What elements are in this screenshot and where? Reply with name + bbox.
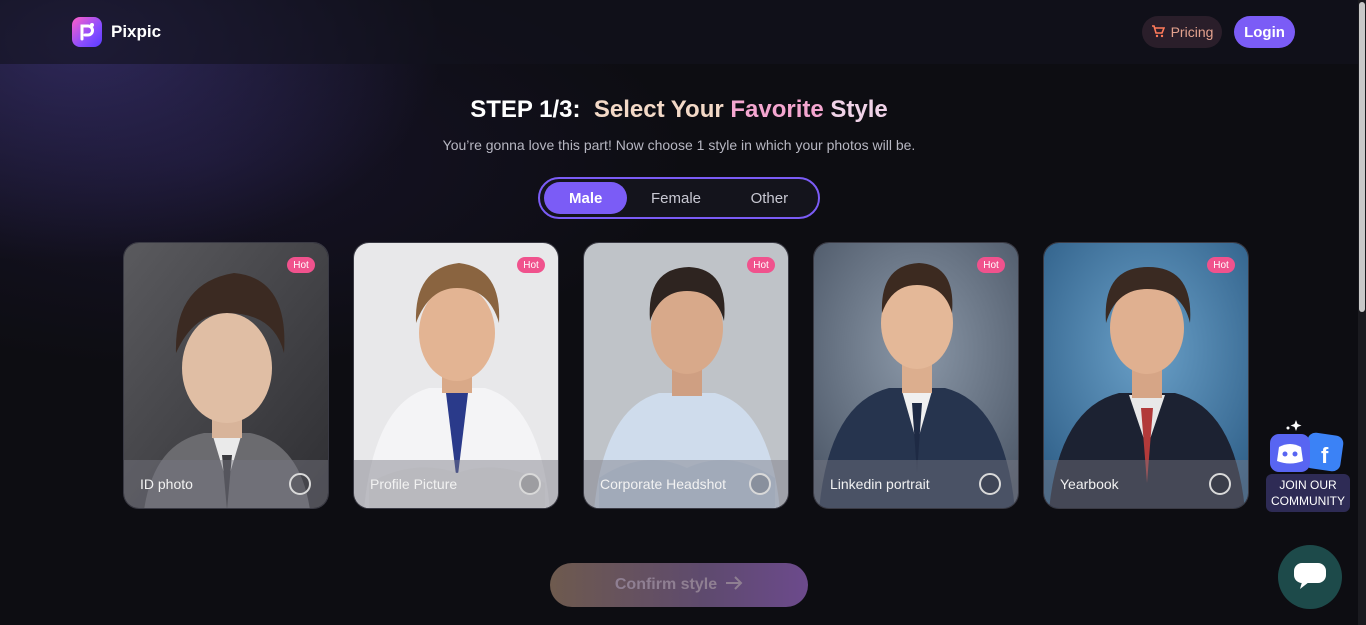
scrollbar[interactable] (1358, 0, 1366, 625)
pricing-label: Pricing (1170, 24, 1214, 40)
title-part-3: Style (823, 96, 888, 123)
style-radio[interactable] (519, 473, 541, 495)
style-card-linkedin-portrait[interactable]: Linkedin portrait Hot (813, 242, 1019, 509)
hot-badge: Hot (747, 257, 775, 273)
login-button[interactable]: Login (1234, 16, 1295, 48)
style-label: Yearbook (1060, 476, 1119, 492)
page-subtitle: You’re gonna love this part! Now choose … (442, 137, 916, 153)
style-radio[interactable] (1209, 473, 1231, 495)
style-radio[interactable] (749, 473, 771, 495)
join-community-widget[interactable]: f JOIN OUR COMMUNITY (1266, 418, 1350, 514)
style-label: Corporate Headshot (600, 476, 727, 492)
hot-badge: Hot (517, 257, 545, 273)
style-label: Linkedin portrait (830, 476, 930, 492)
scrollbar-thumb[interactable] (1359, 2, 1365, 312)
gender-option-female[interactable]: Female (627, 182, 724, 214)
hot-badge: Hot (977, 257, 1005, 273)
style-card-yearbook[interactable]: Yearbook Hot (1043, 242, 1249, 509)
svg-text:f: f (1321, 443, 1329, 468)
title-part-2: Favorite (730, 96, 824, 123)
style-card-id-photo[interactable]: ID photo Hot (123, 242, 329, 509)
page-title: STEP 1/3: Select Your Favorite Style (0, 96, 1358, 124)
discord-facebook-icon: f (1270, 420, 1344, 472)
style-card-profile-picture[interactable]: Profile Picture Hot (353, 242, 559, 509)
gender-option-male[interactable]: Male (544, 182, 628, 214)
cart-icon (1151, 24, 1165, 41)
pixpic-logo-icon (72, 17, 102, 47)
chat-icon (1292, 560, 1328, 595)
community-label: JOIN OUR COMMUNITY (1266, 474, 1350, 512)
gender-toggle: Male Female Other (538, 177, 820, 219)
hot-badge: Hot (287, 257, 315, 273)
top-nav: Pixpic Pricing Login (0, 0, 1358, 64)
style-label: ID photo (140, 476, 193, 492)
arrow-right-icon (725, 575, 743, 595)
gender-option-other[interactable]: Other (725, 182, 814, 214)
style-radio[interactable] (289, 473, 311, 495)
step-indicator: STEP 1/3: (470, 96, 581, 123)
chat-button[interactable] (1278, 545, 1342, 609)
logo[interactable]: Pixpic (72, 17, 161, 47)
style-label: Profile Picture (370, 476, 458, 492)
style-card-corporate-headshot[interactable]: Corporate Headshot Hot (583, 242, 789, 509)
style-radio[interactable] (979, 473, 1001, 495)
app-name: Pixpic (111, 22, 162, 41)
confirm-style-button[interactable]: Confirm style (550, 563, 808, 607)
pricing-button[interactable]: Pricing (1142, 16, 1222, 48)
title-part-1: Select Your (593, 96, 731, 123)
hot-badge: Hot (1207, 257, 1235, 273)
confirm-label: Confirm style (614, 576, 718, 593)
